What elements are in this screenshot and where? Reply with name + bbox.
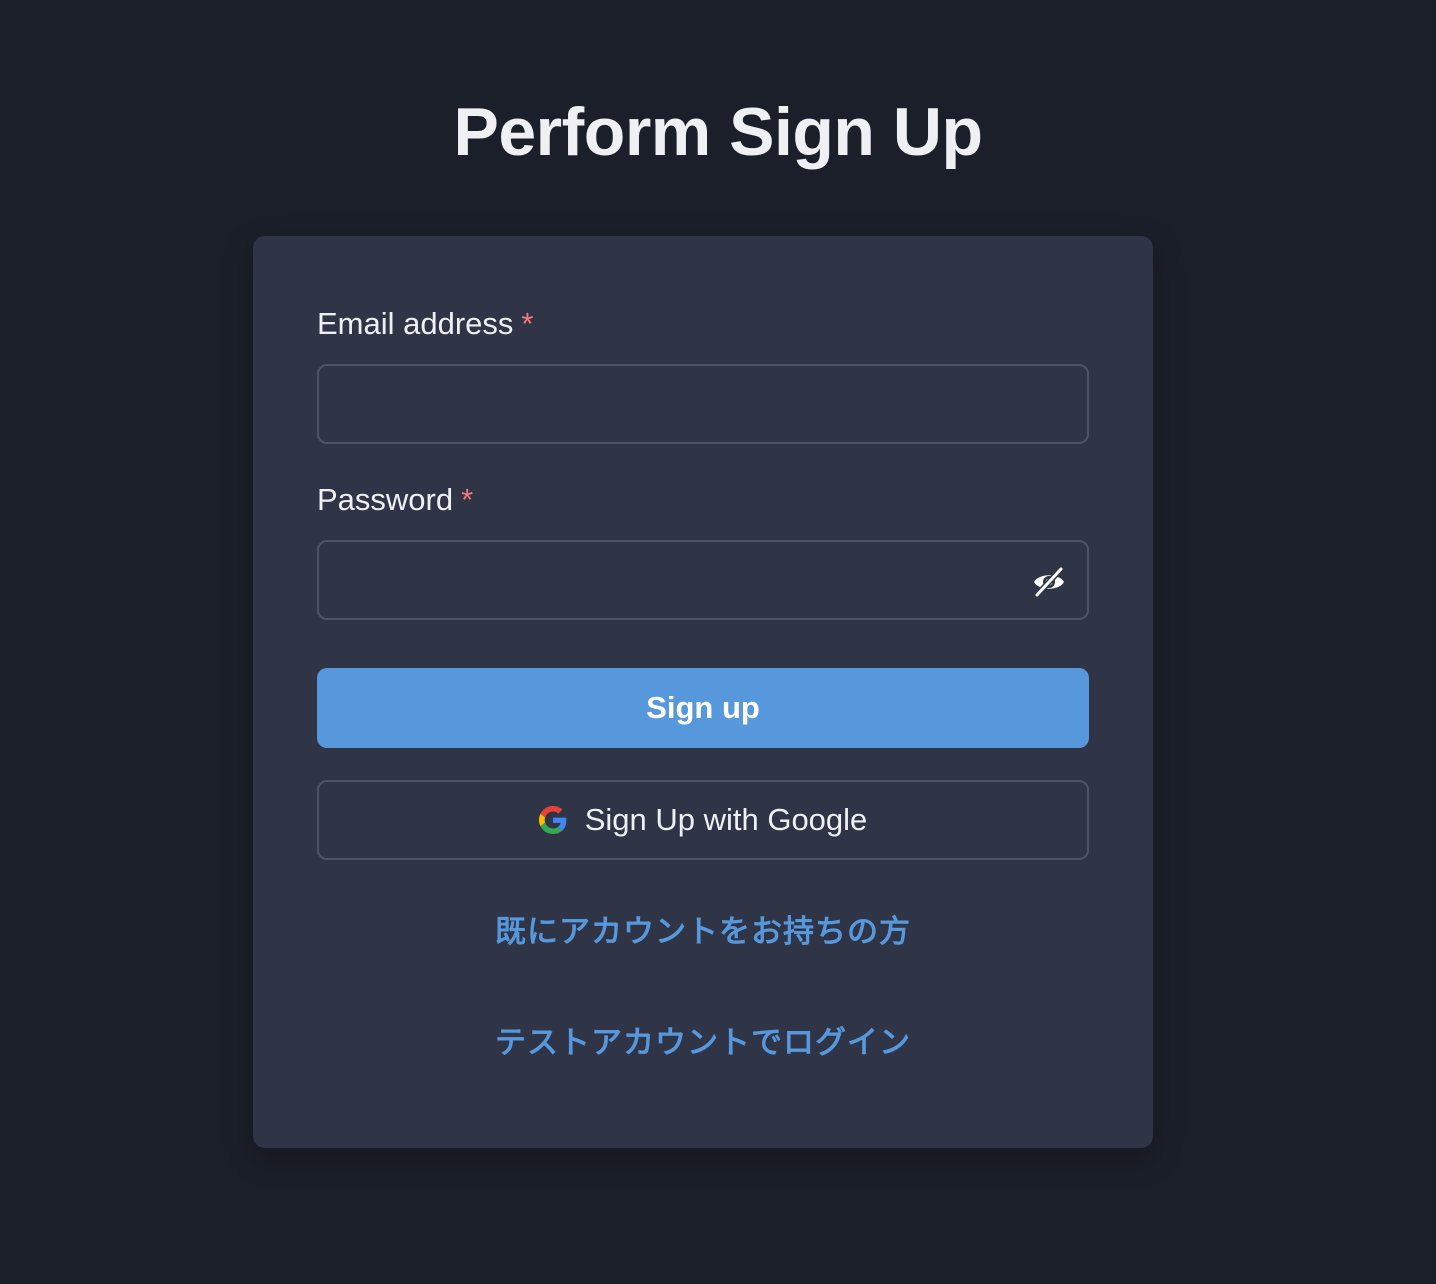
sign-up-button[interactable]: Sign up <box>317 668 1089 748</box>
password-label: Password * <box>317 480 473 520</box>
password-required-mark: * <box>461 482 474 517</box>
eye-off-icon[interactable] <box>1027 560 1071 604</box>
page-title: Perform Sign Up <box>453 94 984 170</box>
email-label-text: Email address <box>317 306 514 341</box>
password-label-text: Password <box>317 482 454 517</box>
test-account-login-link[interactable]: テストアカウントでログイン <box>317 1023 1089 1063</box>
google-button-label: Sign Up with Google <box>584 802 868 837</box>
google-sign-up-button[interactable]: Sign Up with Google <box>317 780 1089 860</box>
email-required-mark: * <box>521 306 534 341</box>
signup-card: Email address * Password * Sign up Sign Up… <box>253 236 1153 1148</box>
email-field[interactable] <box>317 364 1089 444</box>
email-label: Email address * <box>317 304 534 344</box>
google-icon <box>538 806 567 834</box>
password-field[interactable] <box>317 540 1089 620</box>
have-account-link[interactable]: 既にアカウントをお持ちの方 <box>317 912 1089 952</box>
